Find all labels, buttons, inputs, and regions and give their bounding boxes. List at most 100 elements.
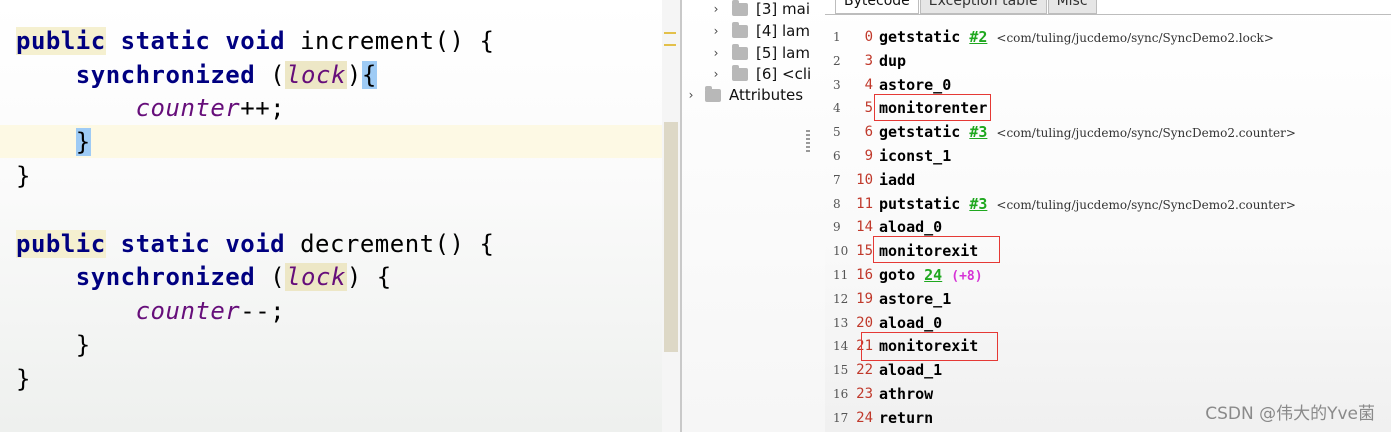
tree-item[interactable]: › [5] lam	[710, 42, 810, 64]
code-line[interactable]: }	[16, 362, 31, 396]
constant-pool-link[interactable]: 24	[924, 266, 942, 284]
bytecode-offset: 11	[856, 195, 873, 212]
opcode-mnemonic: iconst_1	[879, 147, 952, 165]
bytecode-offset: 20	[856, 314, 873, 331]
keyword: synchronized	[75, 61, 256, 89]
line-number: 8	[833, 196, 841, 211]
line-number: 16	[833, 387, 849, 401]
structure-tree[interactable]: › [3] mai › [4] lam › [5] lam › [6] <cli…	[682, 0, 825, 432]
keyword: static	[120, 27, 211, 55]
opcode-mnemonic: aload_1	[879, 361, 943, 380]
bytecode-row[interactable]: 7 10 iadd	[825, 168, 1385, 192]
code-line[interactable]: counter++;	[16, 91, 285, 125]
code-text: }	[75, 331, 91, 359]
bytecode-row[interactable]: 1 0 getstatic #2 <com/tuling/jucdemo/sync/…	[825, 25, 1385, 49]
bytecode-offset: 6	[864, 124, 873, 141]
bytecode-row[interactable]: 8 11 putstatic #3 <com/tuling/jucdemo/sync…	[825, 192, 1385, 216]
splitter-grip[interactable]	[806, 130, 810, 152]
bytecode-row[interactable]: 13 20 aload_0	[825, 311, 1385, 335]
opcode: dup	[879, 49, 906, 73]
chevron-right-icon[interactable]: ›	[710, 0, 722, 20]
tab-exception-table[interactable]: Exception table	[919, 0, 1047, 14]
line-number: 4	[833, 101, 841, 116]
tab-bytecode[interactable]: Bytecode	[835, 0, 919, 14]
bytecode-offset: 10	[856, 171, 873, 188]
chevron-right-icon[interactable]: ›	[685, 84, 697, 106]
tab-misc[interactable]: Misc	[1047, 0, 1097, 14]
opcode-mnemonic: getstatic	[879, 28, 961, 46]
bytecode-offset: 22	[856, 362, 873, 379]
constant-pool-link[interactable]: #2	[969, 28, 987, 46]
code-line[interactable]: public static void decrement() {	[16, 227, 494, 261]
opcode-mnemonic: aload_0	[879, 313, 943, 332]
code-line[interactable]: }	[16, 125, 91, 159]
bytecode-offset: 0	[864, 29, 873, 45]
tree-item-label: Attributes	[729, 86, 804, 104]
bytecode-row[interactable]: 15 22 aload_1	[825, 358, 1385, 382]
bytecode-row[interactable]: 11 16 goto 24 (+8)	[825, 263, 1385, 287]
keyword: void	[225, 230, 286, 258]
code-text: )	[346, 263, 362, 291]
opcode: putstatic #3 <com/tuling/jucdemo/sync/Sy…	[879, 192, 1296, 217]
code-line[interactable]: synchronized (lock){	[16, 58, 377, 92]
chevron-right-icon[interactable]: ›	[710, 42, 722, 64]
relative-offset: (+8)	[951, 269, 983, 284]
tree-item[interactable]: › [6] <cli	[710, 63, 811, 85]
code-line[interactable]: counter--;	[16, 294, 285, 328]
bytecode-row[interactable]: 2 3 dup	[825, 49, 1385, 73]
code-line[interactable]: public static void increment() {	[16, 24, 494, 58]
keyword: void	[225, 27, 286, 55]
bytecode-row[interactable]: 3 4 astore_0	[825, 73, 1385, 97]
code-text: --;	[240, 297, 286, 325]
tree-item-label: [4] lam	[756, 22, 810, 40]
bytecode-offset: 4	[864, 76, 873, 93]
tree-item-label: [5] lam	[756, 44, 810, 62]
opcode: astore_1	[879, 287, 951, 311]
tree-item[interactable]: › Attributes	[685, 84, 803, 106]
line-number: 11	[833, 268, 849, 282]
warning-marker[interactable]	[664, 44, 676, 46]
bytecode-row[interactable]: 12 19 astore_1	[825, 287, 1385, 311]
tree-item[interactable]: › [3] mai	[710, 0, 810, 20]
warning-marker[interactable]	[664, 32, 676, 34]
chevron-right-icon[interactable]: ›	[710, 63, 722, 85]
bytecode-offset: 24	[856, 409, 873, 426]
reference-comment: <com/tuling/jucdemo/sync/SyncDemo2.lock>	[996, 31, 1274, 45]
opcode: aload_0	[879, 311, 942, 335]
line-number: 17	[833, 410, 849, 425]
keyword: public	[16, 27, 106, 55]
opcode: return	[879, 406, 933, 430]
highlight-box-monitorexit	[861, 332, 998, 361]
bytecode-row[interactable]: 5 6 getstatic #3 <com/tuling/jucdemo/sync/…	[825, 120, 1385, 144]
opcode-mnemonic: athrow	[879, 385, 934, 403]
opcode-mnemonic: dup	[879, 51, 907, 70]
folder-icon	[732, 64, 748, 81]
bytecode-offset: 16	[856, 267, 873, 283]
editor-scrollbar-thumb[interactable]	[664, 122, 678, 352]
opcode-mnemonic: aload_0	[879, 218, 943, 237]
tree-item[interactable]: › [4] lam	[710, 20, 810, 42]
constant-pool-link[interactable]: #3	[969, 195, 987, 213]
line-number: 9	[833, 220, 841, 235]
bytecode-panel: Bytecode Exception table Misc 1 0 getstati…	[825, 0, 1391, 432]
constant-pool-link[interactable]: #3	[969, 123, 987, 141]
tab-bar: Bytecode Exception table Misc	[835, 0, 1098, 14]
chevron-right-icon[interactable]: ›	[710, 20, 722, 42]
opcode-mnemonic: return	[879, 408, 934, 427]
tree-item-label: [3] mai	[756, 0, 810, 18]
opcode-mnemonic: getstatic	[879, 123, 961, 142]
line-number: 6	[833, 149, 841, 163]
highlight-box-monitorenter	[874, 94, 991, 121]
code-editor[interactable]: public static void increment() { synchro…	[0, 0, 680, 432]
code-line[interactable]: }	[16, 328, 91, 362]
code-line[interactable]: }	[16, 159, 31, 193]
line-number: 12	[833, 291, 849, 306]
code-line[interactable]: synchronized (lock) {	[16, 260, 392, 294]
code-text: (	[255, 263, 286, 291]
bytecode-row[interactable]: 6 9 iconst_1	[825, 144, 1385, 168]
counter-field: counter	[135, 297, 241, 325]
keyword: synchronized	[75, 263, 256, 291]
